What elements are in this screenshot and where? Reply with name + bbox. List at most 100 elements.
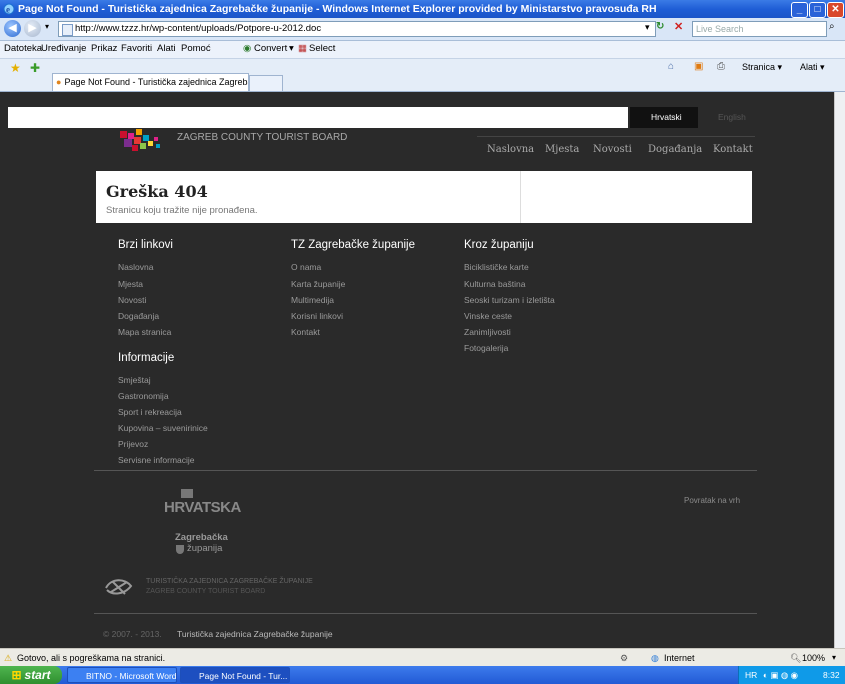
nav-divider bbox=[477, 136, 755, 137]
convert-dropdown-icon[interactable]: ▾ bbox=[289, 43, 294, 54]
quick-link-novosti[interactable]: Novosti bbox=[118, 295, 146, 305]
add-favorite-icon[interactable]: ✚ bbox=[30, 61, 40, 75]
address-url: http://www.tzzz.hr/wp-content/uploads/Po… bbox=[75, 23, 322, 34]
zoom-dropdown-icon[interactable]: ▾ bbox=[832, 649, 836, 667]
top-banner-blank bbox=[8, 107, 628, 128]
status-message[interactable]: Gotovo, ali s pogreškama na stranici. bbox=[17, 649, 165, 667]
tz-link-kontakt[interactable]: Kontakt bbox=[291, 327, 320, 337]
zoom-level[interactable]: 100% bbox=[802, 649, 825, 667]
window-title: Page Not Found - Turistička zajednica Za… bbox=[18, 3, 657, 15]
error-panel-divider bbox=[520, 171, 521, 223]
print-icon[interactable]: ⎙ bbox=[717, 61, 725, 72]
info-link-prijevoz[interactable]: Prijevoz bbox=[118, 439, 148, 449]
copyright-owner[interactable]: Turistička zajednica Zagrebačke županije bbox=[177, 629, 333, 639]
region-link-zanimljivosti[interactable]: Zanimljivosti bbox=[464, 327, 511, 337]
tz-link-karta[interactable]: Karta županije bbox=[291, 279, 345, 289]
page-menu-label: Stranica bbox=[742, 62, 776, 72]
lang-hrvatski[interactable]: Hrvatski bbox=[651, 112, 682, 122]
tray-icons[interactable]: ◐ ▣ ◍ ◉ bbox=[763, 666, 798, 684]
quick-link-dogadanja[interactable]: Događanja bbox=[118, 311, 159, 321]
tz-link-multimedija[interactable]: Multimedija bbox=[291, 295, 334, 305]
window-title-bar[interactable]: e Page Not Found - Turistička zajednica … bbox=[0, 0, 845, 18]
address-dropdown-icon[interactable]: ▾ bbox=[645, 22, 650, 33]
region-link-kultura[interactable]: Kulturna baština bbox=[464, 279, 525, 289]
logo-text[interactable]: ZAGREB COUNTY TOURIST BOARD bbox=[177, 132, 347, 143]
arrow-right-icon: ▶ bbox=[28, 22, 37, 34]
tz-link-korisni-linkovi[interactable]: Korisni linkovi bbox=[291, 311, 343, 321]
tz-logo-mosaic[interactable] bbox=[118, 129, 166, 153]
county-logo-line1[interactable]: Zagrebačka bbox=[175, 532, 228, 543]
taskbar-item-word-label: BITNO - Microsoft Word bbox=[86, 671, 177, 681]
region-link-seoski[interactable]: Seoski turizam i izletišta bbox=[464, 295, 555, 305]
info-link-smjestaj[interactable]: Smještaj bbox=[118, 375, 151, 385]
tray-clock[interactable]: 8:32 bbox=[823, 666, 840, 684]
menu-datoteka[interactable]: Datoteka bbox=[4, 43, 42, 54]
minimize-button[interactable]: _ bbox=[791, 2, 808, 18]
maximize-button[interactable]: □ bbox=[809, 2, 826, 18]
popup-blocker-icon[interactable]: ⚙ bbox=[620, 649, 628, 667]
menu-prikaz[interactable]: Prikaz bbox=[91, 43, 117, 54]
info-link-kupovina[interactable]: Kupovina – suveniri­nice bbox=[118, 423, 208, 433]
menu-alati[interactable]: Alati bbox=[157, 43, 175, 54]
favorites-star-icon[interactable]: ★ bbox=[10, 61, 21, 75]
new-tab-button[interactable] bbox=[249, 75, 283, 91]
copyright-years: © 2007. - 2013. bbox=[103, 629, 162, 639]
menu-uredivanje[interactable]: Uređivanje bbox=[41, 43, 86, 54]
region-link-bicikl[interactable]: Biciklističke karte bbox=[464, 262, 529, 272]
vertical-scrollbar[interactable] bbox=[834, 92, 845, 648]
tray-lang[interactable]: HR bbox=[745, 666, 757, 684]
address-input[interactable]: http://www.tzzz.hr/wp-content/uploads/Po… bbox=[58, 21, 656, 37]
col-heading-brzi-linkovi: Brzi linkovi bbox=[118, 239, 173, 251]
footer-divider-bottom bbox=[94, 613, 757, 614]
region-link-vinske[interactable]: Vinske ceste bbox=[464, 311, 512, 321]
warning-icon[interactable]: ⚠ bbox=[4, 649, 12, 667]
security-zone[interactable]: Internet bbox=[664, 649, 695, 667]
col-heading-tz: TZ Zagrebačke županije bbox=[291, 239, 416, 251]
hrvatska-logo[interactable]: HRVATSKA bbox=[164, 499, 241, 516]
nav-naslovna[interactable]: Naslovna bbox=[487, 144, 534, 155]
nav-dogadanja[interactable]: Događanja bbox=[648, 144, 702, 155]
tools-menu[interactable]: Alati ▾ bbox=[800, 62, 825, 73]
tz-logo-line1[interactable]: TURISTIČKA ZAJEDNICA ZAGREBAČKE ŽUPANIJE bbox=[146, 578, 313, 585]
select-button[interactable]: Select bbox=[309, 43, 335, 54]
taskbar-item-ie[interactable]: Page Not Found - Tur... bbox=[180, 667, 290, 683]
taskbar-item-word[interactable]: BITNO - Microsoft Word bbox=[67, 667, 177, 683]
stop-icon[interactable]: ✕ bbox=[674, 20, 683, 33]
nav-novosti[interactable]: Novosti bbox=[593, 144, 632, 155]
convert-button[interactable]: Convert bbox=[254, 43, 287, 54]
info-link-servisne[interactable]: Servisne informacije bbox=[118, 455, 195, 465]
footer-divider-top bbox=[94, 470, 757, 471]
menu-pomoc[interactable]: Pomoć bbox=[181, 43, 211, 54]
refresh-icon[interactable]: ↻ bbox=[656, 21, 664, 32]
tab-active[interactable]: ● Page Not Found - Turistička zajednica Z… bbox=[52, 73, 249, 91]
history-dropdown-icon[interactable]: ▾ bbox=[45, 22, 49, 31]
nav-kontakt[interactable]: Kontakt bbox=[713, 144, 753, 155]
col-heading-kroz-zupaniju: Kroz županiju bbox=[464, 239, 534, 251]
close-button[interactable]: ✕ bbox=[827, 2, 844, 18]
back-to-top-link[interactable]: Povratak na vrh bbox=[684, 496, 740, 505]
home-icon[interactable]: ⌂ bbox=[668, 61, 674, 72]
tz-link-o-nama[interactable]: O nama bbox=[291, 262, 321, 272]
internet-zone-icon: ◍ bbox=[651, 653, 659, 663]
quick-link-mjesta[interactable]: Mjesta bbox=[118, 279, 143, 289]
tz-swirl-logo-icon bbox=[105, 579, 133, 595]
county-coat-of-arms-icon bbox=[175, 544, 185, 554]
info-link-gastronomija[interactable]: Gastronomija bbox=[118, 391, 169, 401]
county-logo-line2[interactable]: županija bbox=[187, 543, 222, 554]
start-label: start bbox=[24, 668, 51, 682]
quick-link-naslovna[interactable]: Naslovna bbox=[118, 262, 153, 272]
nav-mjesta[interactable]: Mjesta bbox=[545, 144, 579, 155]
info-link-sport[interactable]: Sport i rekreacija bbox=[118, 407, 182, 417]
region-link-fotogalerija[interactable]: Fotogalerija bbox=[464, 343, 508, 353]
quick-link-mapa-stranica[interactable]: Mapa stranica bbox=[118, 327, 171, 337]
tz-logo-line2[interactable]: ZAGREB COUNTY TOURIST BOARD bbox=[146, 588, 265, 595]
page-menu[interactable]: Stranica ▾ bbox=[742, 62, 782, 73]
start-button[interactable]: ⊞ start bbox=[0, 666, 62, 684]
forward-button[interactable]: ▶ bbox=[24, 20, 41, 37]
feeds-icon[interactable]: ▣ bbox=[694, 61, 703, 72]
back-button[interactable]: ◀ bbox=[4, 20, 21, 37]
lang-english[interactable]: English bbox=[718, 112, 746, 122]
search-input[interactable]: Live Search bbox=[692, 21, 827, 37]
search-icon[interactable]: ⌕ bbox=[829, 21, 835, 32]
menu-favoriti[interactable]: Favoriti bbox=[121, 43, 152, 54]
